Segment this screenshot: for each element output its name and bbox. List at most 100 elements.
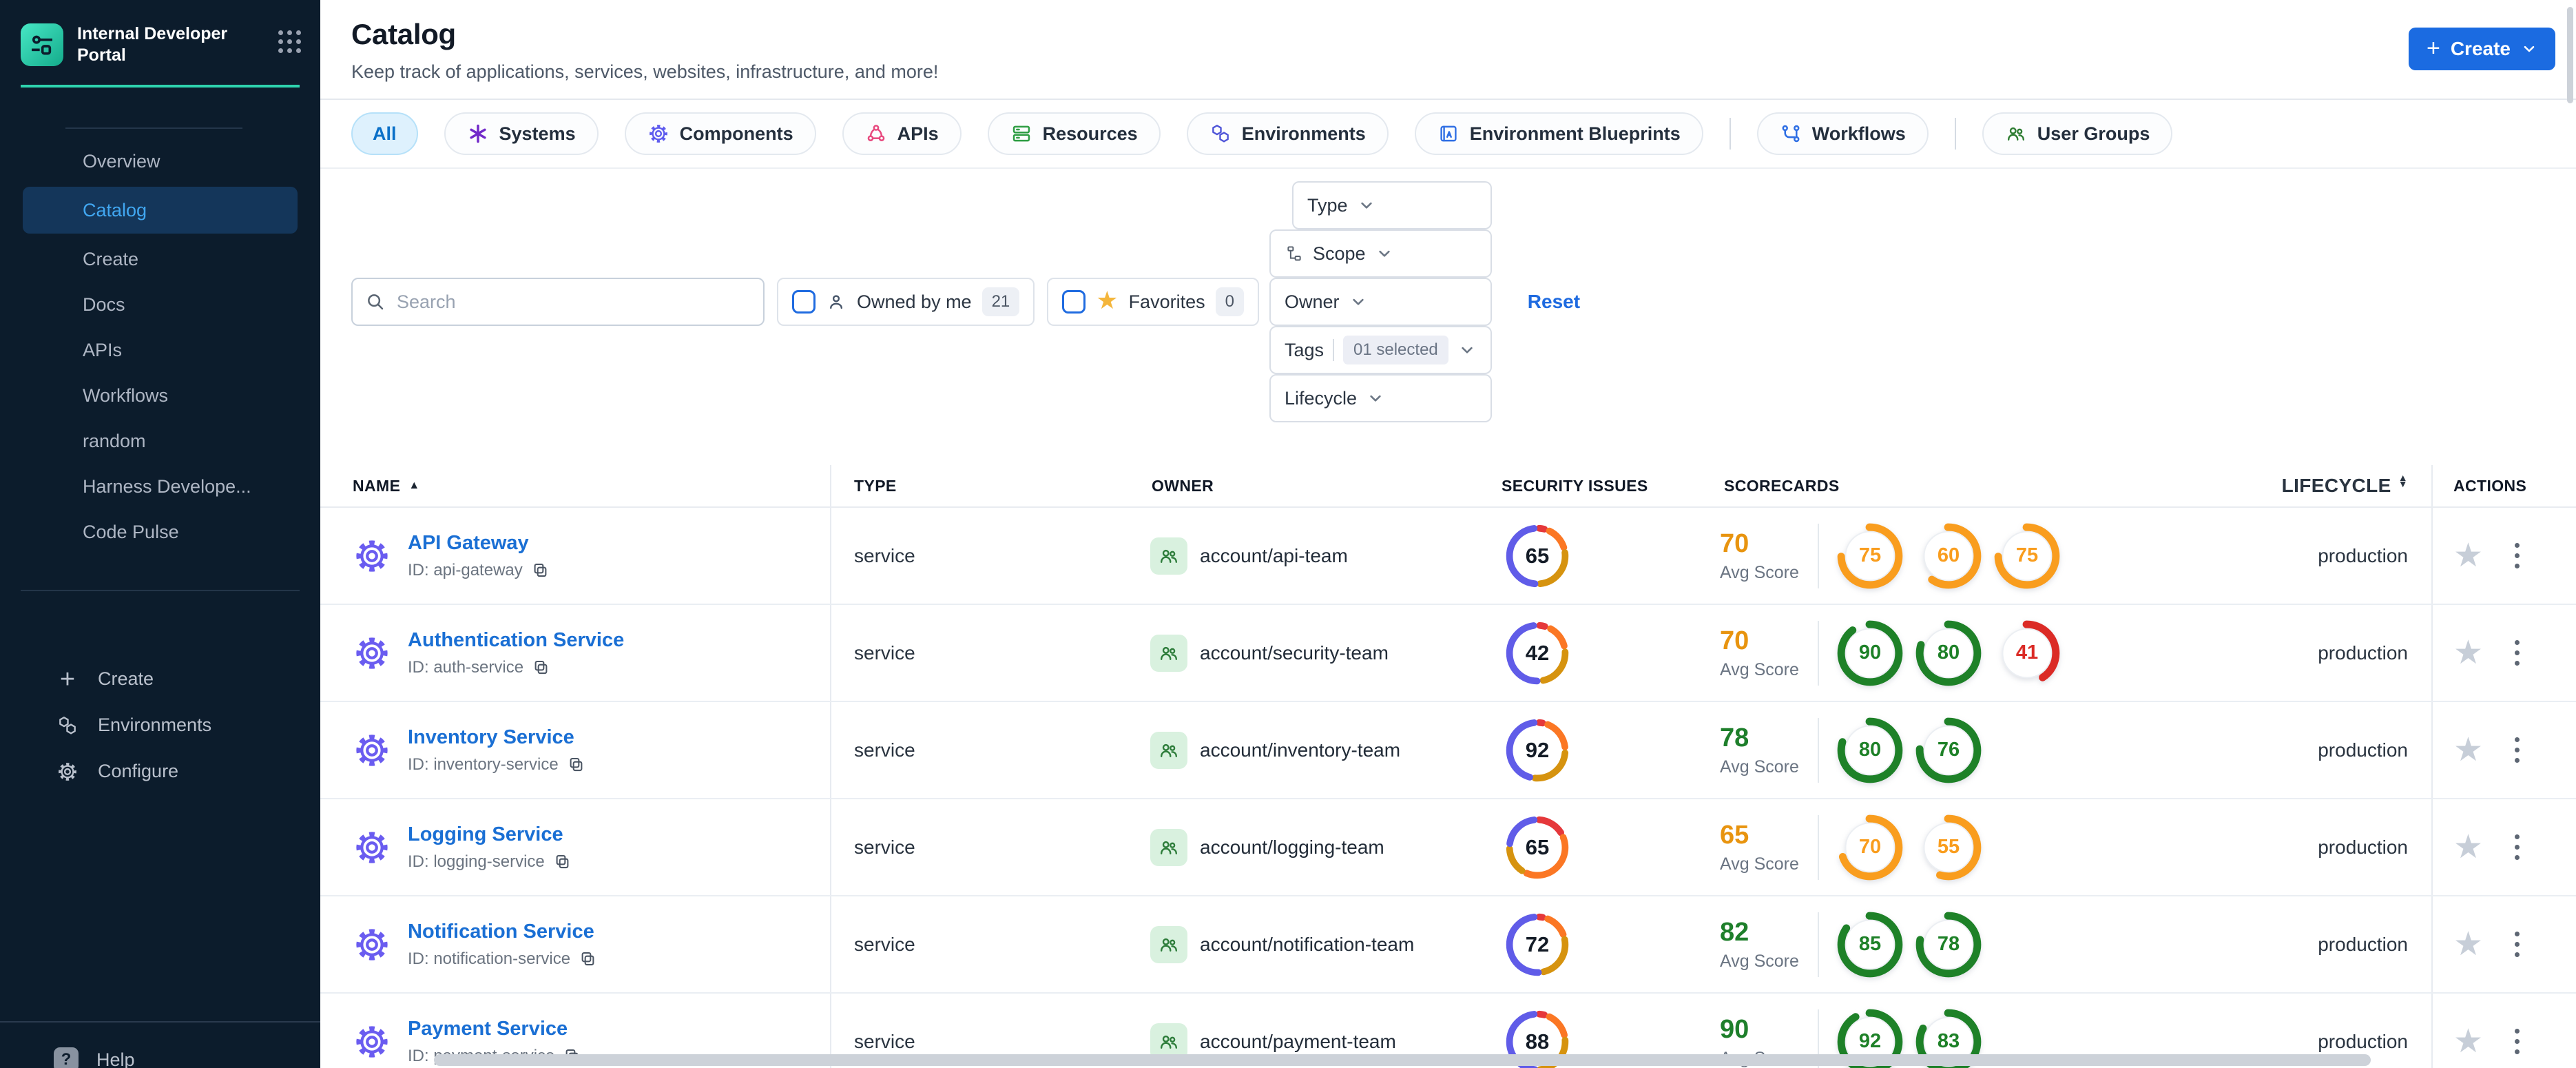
scorecard-ring[interactable]: 85 xyxy=(1837,912,1903,978)
favorite-star-icon[interactable]: ★ xyxy=(2453,733,2483,767)
filter-dropdown-lifecycle[interactable]: Lifecycle xyxy=(1269,374,1492,422)
owned-by-me-filter[interactable]: Owned by me 21 xyxy=(777,278,1035,326)
copy-icon[interactable] xyxy=(579,949,597,968)
favorite-star-icon[interactable]: ★ xyxy=(2453,1025,2483,1058)
owned-by-me-checkbox[interactable] xyxy=(792,290,816,314)
avg-score-label: Avg Score xyxy=(1720,757,1799,777)
security-issues-donut[interactable]: 72 xyxy=(1506,913,1569,976)
owner-group-icon xyxy=(1150,731,1187,769)
security-issues-donut[interactable]: 42 xyxy=(1506,622,1569,685)
name-cell: API Gateway ID: api-gateway xyxy=(320,508,831,604)
owner-name: account/api-team xyxy=(1200,544,1348,566)
owner-group-icon xyxy=(1150,634,1187,672)
vertical-scrollbar-thumb[interactable] xyxy=(2567,7,2573,103)
sidebar-item-catalog[interactable]: Catalog xyxy=(23,187,298,234)
entity-name-link[interactable]: Notification Service xyxy=(408,921,597,943)
scorecard-value: 76 xyxy=(1937,739,1960,761)
tab-resources[interactable]: Resources xyxy=(987,112,1161,155)
scorecard-ring[interactable]: 80 xyxy=(1837,717,1903,783)
dropdown-label: Scope xyxy=(1312,243,1366,264)
sidebar-item-overview[interactable]: Overview xyxy=(0,138,320,184)
create-button[interactable]: + Create xyxy=(2408,28,2555,70)
scorecard-ring[interactable]: 75 xyxy=(1837,523,1903,589)
sidebar-item-workflows[interactable]: Workflows xyxy=(0,373,320,418)
favorite-star-icon[interactable]: ★ xyxy=(2453,539,2483,573)
kebab-menu-icon[interactable] xyxy=(2511,1025,2524,1058)
favorite-star-icon[interactable]: ★ xyxy=(2453,830,2483,864)
scorecard-ring[interactable]: 90 xyxy=(1837,620,1903,686)
avg-score-value: 78 xyxy=(1720,723,1749,752)
reset-filters-link[interactable]: Reset xyxy=(1528,291,1580,313)
kebab-menu-icon[interactable] xyxy=(2511,830,2524,864)
scorecard-ring[interactable]: 41 xyxy=(1994,620,2060,686)
app-switcher-icon[interactable] xyxy=(278,30,301,53)
tab-components[interactable]: Components xyxy=(624,112,816,155)
copy-icon[interactable] xyxy=(532,658,550,677)
scorecard-ring[interactable]: 55 xyxy=(1915,814,1982,881)
kebab-menu-icon[interactable] xyxy=(2511,636,2524,670)
favorites-filter[interactable]: ★ Favorites 0 xyxy=(1047,278,1259,326)
column-header-lifecycle[interactable]: LIFECYCLE ▲ ▼ xyxy=(2235,473,2431,497)
sidebar-item-code-pulse[interactable]: Code Pulse xyxy=(0,509,320,555)
kebab-menu-icon[interactable] xyxy=(2511,927,2524,961)
tab-user-groups[interactable]: User Groups xyxy=(1982,112,2173,155)
tab-systems[interactable]: Systems xyxy=(444,112,599,155)
component-gear-icon xyxy=(353,925,391,964)
divider xyxy=(1333,339,1335,361)
horizontal-scrollbar-thumb[interactable] xyxy=(434,1054,2371,1066)
tab-environments[interactable]: Environments xyxy=(1186,112,1389,155)
copy-icon[interactable] xyxy=(531,561,550,579)
favorite-star-icon[interactable]: ★ xyxy=(2453,636,2483,670)
search-box[interactable] xyxy=(351,278,765,326)
sidebar-item-apis[interactable]: APIs xyxy=(0,327,320,373)
tab-all[interactable]: All xyxy=(351,112,418,155)
entity-name-link[interactable]: Inventory Service xyxy=(408,726,585,749)
scorecard-value: 85 xyxy=(1858,933,1882,955)
security-issues-donut[interactable]: 65 xyxy=(1506,524,1569,588)
favorite-star-icon[interactable]: ★ xyxy=(2453,927,2483,961)
tab-label: All xyxy=(373,123,397,144)
search-input[interactable] xyxy=(395,290,751,314)
sidebar-item-harness-develope[interactable]: Harness Develope... xyxy=(0,464,320,509)
scorecard-ring[interactable]: 60 xyxy=(1915,523,1982,589)
filter-dropdown-tags[interactable]: Tags 01 selected xyxy=(1269,326,1492,374)
security-issues-count: 65 xyxy=(1525,543,1550,568)
entity-name-link[interactable]: Logging Service xyxy=(408,823,572,846)
gear-icon xyxy=(56,761,79,783)
scorecards-cell: 82 Avg Score 85 78 xyxy=(1691,912,2235,978)
sidebar-help[interactable]: ? Help xyxy=(0,1021,320,1068)
scorecard-ring[interactable]: 80 xyxy=(1915,620,1982,686)
copy-icon[interactable] xyxy=(567,755,585,774)
filter-dropdown-type[interactable]: Type xyxy=(1291,181,1492,229)
filter-dropdown-owner[interactable]: Owner xyxy=(1269,278,1492,326)
filter-dropdown-scope[interactable]: Scope xyxy=(1269,229,1492,278)
tab-workflows[interactable]: Workflows xyxy=(1756,112,1929,155)
sidebar-item-configure[interactable]: Configure xyxy=(0,748,320,794)
help-label: Help xyxy=(96,1049,135,1068)
security-issues-donut[interactable]: 92 xyxy=(1506,719,1569,782)
sidebar-item-docs[interactable]: Docs xyxy=(0,282,320,327)
favorites-checkbox[interactable] xyxy=(1062,290,1086,314)
security-issues-donut[interactable]: 65 xyxy=(1506,816,1569,879)
copy-icon[interactable] xyxy=(553,852,572,871)
tree-icon xyxy=(1285,244,1304,263)
kebab-menu-icon[interactable] xyxy=(2511,539,2524,573)
entity-name-link[interactable]: Payment Service xyxy=(408,1018,581,1040)
sidebar-item-random[interactable]: random xyxy=(0,418,320,464)
scorecard-ring[interactable]: 75 xyxy=(1994,523,2060,589)
people-icon xyxy=(2005,123,2027,145)
tab-apis[interactable]: APIs xyxy=(842,112,962,155)
sidebar-item-create[interactable]: Create xyxy=(0,236,320,282)
owner-name: account/inventory-team xyxy=(1200,739,1401,761)
sidebar-item-create[interactable]: + Create xyxy=(0,656,320,702)
column-header-name[interactable]: NAME ▲ xyxy=(320,465,831,506)
entity-name-link[interactable]: Authentication Service xyxy=(408,629,624,652)
tab-environment-blueprints[interactable]: Environment Blueprints xyxy=(1414,112,1703,155)
scorecard-ring[interactable]: 76 xyxy=(1915,717,1982,783)
scorecard-ring[interactable]: 78 xyxy=(1915,912,1982,978)
sidebar-item-environments[interactable]: Environments xyxy=(0,702,320,748)
component-gear-icon xyxy=(353,828,391,867)
entity-name-link[interactable]: API Gateway xyxy=(408,532,550,555)
kebab-menu-icon[interactable] xyxy=(2511,733,2524,767)
scorecard-ring[interactable]: 70 xyxy=(1837,814,1903,881)
